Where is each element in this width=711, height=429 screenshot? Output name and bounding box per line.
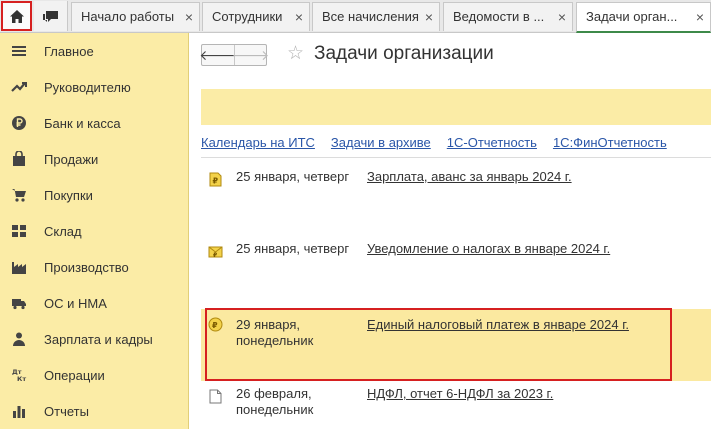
tab-label: Сотрудники xyxy=(212,9,283,24)
sidebar-item-label: Продажи xyxy=(44,151,99,167)
sidebar-item-main[interactable]: Главное xyxy=(0,33,189,69)
sidebar-item-operations[interactable]: Дт Кт Операции xyxy=(0,357,189,393)
sidebar-item-label: Руководителю xyxy=(44,79,131,95)
trend-icon xyxy=(9,77,29,97)
close-icon[interactable]: × xyxy=(185,3,193,31)
home-icon xyxy=(9,9,24,23)
warehouse-icon xyxy=(9,221,29,241)
tab-employees[interactable]: Сотрудники × xyxy=(202,2,310,31)
document-icon xyxy=(208,389,223,404)
forward-button[interactable]: 🡒 xyxy=(232,45,269,65)
bar-chart-icon xyxy=(9,401,29,421)
link-1c-reporting[interactable]: 1С-Отчетность xyxy=(447,135,537,153)
task-row[interactable]: ₽ 25 января, четверг Уведомление о налог… xyxy=(201,241,711,307)
discussions-button[interactable] xyxy=(34,1,68,31)
document-ruble-icon: ₽ xyxy=(208,172,223,187)
sidebar-item-production[interactable]: Производство xyxy=(0,249,189,285)
sidebar-item-label: Отчеты xyxy=(44,403,89,419)
link-1c-fin-reporting[interactable]: 1С:ФинОтчетность xyxy=(553,135,667,153)
sidebar-item-sales[interactable]: Продажи xyxy=(0,141,189,177)
links-bar: Календарь на ИТС Задачи в архиве 1С-Отче… xyxy=(201,135,683,153)
sidebar-item-purchases[interactable]: Покупки xyxy=(0,177,189,213)
back-button[interactable]: 🡐 xyxy=(199,45,237,65)
task-date: 25 января, четверг xyxy=(236,241,350,256)
task-title-link[interactable]: Уведомление о налогах в январе 2024 г. xyxy=(367,241,610,257)
task-title-link[interactable]: НДФЛ, отчет 6-НДФЛ за 2023 г. xyxy=(367,386,553,402)
main-panel: 🡐 🡒 ☆ Задачи организации Календарь на ИТ… xyxy=(190,33,711,429)
task-date: 25 января, четверг xyxy=(236,169,350,184)
link-archive-tasks[interactable]: Задачи в архиве xyxy=(331,135,431,153)
sidebar-item-director[interactable]: Руководителю xyxy=(0,69,189,105)
sidebar-item-label: Банк и касса xyxy=(44,115,121,131)
factory-icon xyxy=(9,257,29,277)
close-icon[interactable]: × xyxy=(425,3,433,31)
task-row[interactable]: ₽ 25 января, четверг Зарплата, аванс за … xyxy=(201,169,711,235)
tab-org-tasks[interactable]: Задачи орган... × xyxy=(576,2,711,33)
sidebar-item-bank[interactable]: Банк и касса xyxy=(0,105,189,141)
svg-text:Кт: Кт xyxy=(17,375,26,383)
chat-bubbles-icon xyxy=(42,10,58,22)
tab-label: Ведомости в ... xyxy=(453,9,545,24)
home-button[interactable] xyxy=(1,1,32,31)
shopping-bag-icon xyxy=(9,149,29,169)
person-icon xyxy=(9,329,29,349)
sidebar-item-label: Операции xyxy=(44,367,105,383)
sidebar-item-label: Главное xyxy=(44,43,94,59)
sidebar-item-label: ОС и НМА xyxy=(44,295,107,311)
close-icon[interactable]: × xyxy=(696,3,704,31)
close-icon[interactable]: × xyxy=(295,3,303,31)
sidebar: Главное Руководителю Банк и касса Продаж… xyxy=(0,33,189,429)
dt-kt-icon: Дт Кт xyxy=(9,365,29,385)
tab-label: Начало работы xyxy=(81,9,175,24)
info-banner xyxy=(201,89,711,125)
sidebar-item-warehouse[interactable]: Склад xyxy=(0,213,189,249)
tab-accruals[interactable]: Все начисления × xyxy=(312,2,440,31)
highlight-frame xyxy=(205,308,672,381)
link-its-calendar[interactable]: Календарь на ИТС xyxy=(201,135,315,153)
sidebar-item-label: Производство xyxy=(44,259,129,275)
svg-text:₽: ₽ xyxy=(213,177,219,186)
task-row[interactable]: 26 февраля, понедельник НДФЛ, отчет 6-НД… xyxy=(201,386,711,429)
sidebar-item-assets[interactable]: ОС и НМА xyxy=(0,285,189,321)
sidebar-item-label: Склад xyxy=(44,223,82,239)
nav-buttons: 🡐 🡒 xyxy=(199,44,269,66)
envelope-ruble-icon: ₽ xyxy=(208,244,223,259)
truck-icon xyxy=(9,293,29,313)
sidebar-item-label: Зарплата и кадры xyxy=(44,331,153,347)
close-icon[interactable]: × xyxy=(558,3,566,31)
divider xyxy=(201,157,711,158)
task-title-link[interactable]: Зарплата, аванс за январь 2024 г. xyxy=(367,169,572,185)
sidebar-item-salary[interactable]: Зарплата и кадры xyxy=(0,321,189,357)
svg-text:₽: ₽ xyxy=(213,252,217,259)
tab-start[interactable]: Начало работы × xyxy=(71,2,200,31)
menu-icon xyxy=(9,41,29,61)
sidebar-item-reports[interactable]: Отчеты xyxy=(0,393,189,429)
tab-statements[interactable]: Ведомости в ... × xyxy=(443,2,573,31)
tab-label: Задачи орган... xyxy=(586,9,678,24)
ruble-coin-icon xyxy=(9,113,29,133)
cart-icon xyxy=(9,185,29,205)
page-title: Задачи организации xyxy=(314,43,494,64)
sidebar-item-label: Покупки xyxy=(44,187,93,203)
tab-label: Все начисления xyxy=(322,9,419,24)
tab-bar: Начало работы × Сотрудники × Все начисле… xyxy=(0,0,711,33)
task-date: 26 февраля, понедельник xyxy=(236,386,314,417)
star-icon[interactable]: ☆ xyxy=(287,43,304,65)
